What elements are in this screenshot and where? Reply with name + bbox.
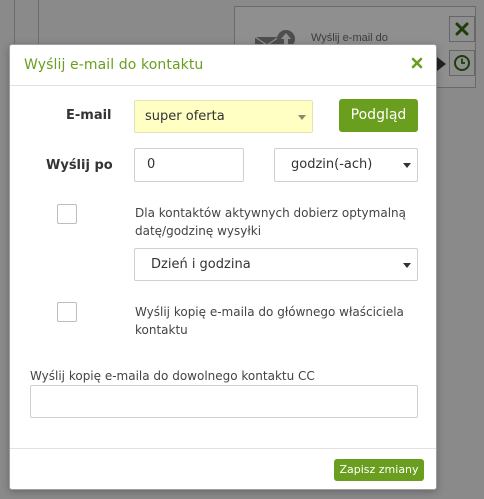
send-after-label: Wyślij po: [46, 158, 113, 173]
dialog-header: Wyślij e-mail do kontaktu: [10, 45, 436, 86]
send-after-input[interactable]: 0: [134, 148, 244, 182]
optimal-time-select-value: Dzień i godzina: [151, 257, 251, 272]
dialog-title: Wyślij e-mail do kontaktu: [24, 57, 204, 73]
save-changes-button[interactable]: Zapisz zmiany: [334, 459, 424, 481]
close-icon[interactable]: [410, 56, 424, 70]
canvas-node-label: Wyślij e-mail do: [311, 32, 388, 44]
save-changes-label: Zapisz zmiany: [339, 463, 419, 476]
email-select[interactable]: super oferta: [134, 100, 313, 133]
cc-contact-input[interactable]: [30, 385, 418, 418]
chevron-down-icon: [403, 263, 411, 268]
optimal-time-text: Dla kontaktów aktywnych dobierz optymaln…: [135, 206, 406, 238]
node-delete-button[interactable]: [449, 16, 475, 42]
time-unit-value: godzin(-ach): [291, 157, 373, 172]
node-schedule-button[interactable]: [449, 50, 475, 76]
email-select-value: super oferta: [145, 109, 225, 124]
optimal-time-select[interactable]: Dzień i godzina: [134, 248, 418, 281]
send-email-dialog: Wyślij e-mail do kontaktu E-mail super o…: [9, 44, 437, 490]
clock-icon: [454, 55, 470, 71]
dialog-footer-divider: [10, 448, 436, 449]
copy-owner-checkbox[interactable]: [57, 302, 77, 322]
time-unit-select[interactable]: godzin(-ach): [274, 148, 418, 182]
optimal-time-checkbox[interactable]: [57, 204, 77, 224]
close-x-icon: [455, 22, 469, 36]
copy-owner-text: Wyślij kopię e-maila do głównego właścic…: [135, 305, 404, 337]
canvas-connector-line: [14, 0, 15, 44]
send-after-value: 0: [147, 157, 156, 172]
canvas-connector-line: [38, 0, 39, 44]
selection-arrow: [437, 57, 446, 71]
email-label: E-mail: [66, 108, 112, 123]
preview-button[interactable]: Podgląd: [339, 99, 418, 132]
preview-button-label: Podgląd: [350, 107, 407, 123]
cc-label: Wyślij kopię e-maila do dowolnego kontak…: [30, 369, 315, 383]
chevron-down-icon: [298, 115, 306, 120]
chevron-down-icon: [403, 163, 411, 168]
